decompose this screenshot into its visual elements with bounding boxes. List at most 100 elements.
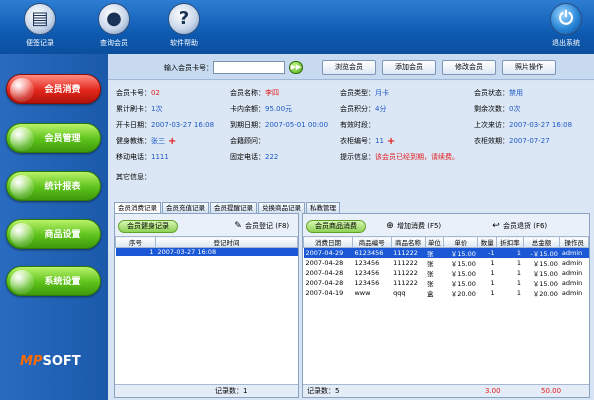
- open-date-field: 开卡日期：2007-03-27 16:08: [116, 121, 215, 129]
- orb-icon: [10, 127, 34, 151]
- checkin-table: 序号 登记时间 1 2007-03-27 16:08: [115, 236, 298, 256]
- cell-price: ￥15.00: [443, 247, 478, 258]
- column-header[interactable]: 登记时间: [155, 236, 298, 248]
- cell-qty: 1: [490, 279, 495, 287]
- phone-field: 固定电话：222: [230, 153, 279, 161]
- tab-consume-records[interactable]: 会员消费记录: [114, 202, 161, 213]
- add-consume-button[interactable]: ⊕ 增加消费 (F5): [385, 221, 441, 231]
- help-label: 软件帮助: [170, 39, 198, 47]
- top-toolbar: ▤ 便签记录 ● 查询会员 ? 软件帮助 ⏻ 退出系统: [0, 0, 594, 54]
- sidebar-item-label: 统计报表: [44, 182, 81, 192]
- table-row[interactable]: 2007-04-19 www qqq 盒 ￥20.00 1 1 ￥20.00 admin: [304, 288, 589, 298]
- other-info-field: [152, 170, 586, 198]
- table-row[interactable]: 2007-04-28 123456 111222 张 ￥15.00 1 1 ￥15.00 adm…: [304, 278, 589, 288]
- logo: MPSOFT: [20, 354, 81, 369]
- help-button[interactable]: ? 软件帮助: [158, 3, 210, 53]
- record-tabs: 会员消费记录 会员充值记录 会员提醒记录 兑换商品记录 私教管理: [114, 202, 341, 213]
- column-header[interactable]: 消费日期: [303, 236, 353, 248]
- column-header[interactable]: 商品名称: [390, 236, 426, 248]
- checkin-register-button[interactable]: ✎ 会员登记 (F8): [233, 221, 289, 231]
- search-label: 输入会员卡号：: [164, 64, 213, 72]
- tab-private-coach[interactable]: 私教管理: [306, 202, 340, 213]
- search-go-button[interactable]: ▶▶: [289, 61, 303, 74]
- coach-field: 健身教练：张三 +: [116, 135, 177, 147]
- cell-price: ￥15.00: [450, 270, 476, 278]
- cell-discount: 1: [516, 289, 522, 297]
- cell-price: ￥15.00: [450, 260, 476, 268]
- column-header[interactable]: 单位: [424, 236, 445, 248]
- tab-exchange-records[interactable]: 兑换商品记录: [258, 202, 305, 213]
- cell-total: ￥15.00: [532, 280, 558, 288]
- cell-unit: 张: [427, 260, 434, 268]
- column-header[interactable]: 序号: [115, 236, 156, 248]
- table-row[interactable]: 2007-04-28 123456 111222 张 ￥15.00 1 1 ￥15.00 adm…: [304, 258, 589, 268]
- cell-price: ￥15.00: [450, 280, 476, 288]
- other-info-label: 其它信息：: [116, 173, 151, 181]
- cell-price: ￥20.00: [450, 290, 476, 298]
- card-no-field: 会员卡号：02: [116, 89, 160, 97]
- notes-button[interactable]: ▤ 便签记录: [14, 3, 66, 53]
- orb-icon: [10, 270, 34, 294]
- add-locker-icon[interactable]: +: [387, 136, 395, 146]
- sidebar-item-member-manage[interactable]: 会员管理: [6, 123, 101, 153]
- tab-recharge-records[interactable]: 会员充值记录: [162, 202, 209, 213]
- status-field: 会员状态：禁用: [474, 89, 523, 97]
- sidebar-item-member-consume[interactable]: 会员消费: [6, 74, 101, 104]
- cell-unit: 盒: [427, 290, 434, 298]
- cell-qty: 1: [490, 259, 495, 267]
- sidebar-item-goods-settings[interactable]: 商品设置: [6, 219, 101, 249]
- pencil-icon: ✎: [234, 221, 242, 231]
- cell-op: admin: [561, 259, 583, 267]
- consume-record-count: 记录数：5: [307, 387, 340, 395]
- table-row[interactable]: 2007-04-28 123456 111222 张 ￥15.00 1 1 ￥15.00 adm…: [304, 268, 589, 278]
- column-header[interactable]: 单价: [443, 236, 479, 248]
- cell-name: 111222: [391, 247, 426, 258]
- orb-icon: [10, 223, 34, 247]
- column-header[interactable]: 操作员: [559, 236, 589, 248]
- locker-no-field: 衣柜编号：11 +: [340, 135, 396, 147]
- column-header[interactable]: 数量: [477, 236, 498, 248]
- sidebar-item-system-settings[interactable]: 系统设置: [6, 266, 101, 296]
- consume-panel: 会员商品消费 ⊕ 增加消费 (F5) ↩ 会员退货 (F6) 消费日期 商品编号 商…: [302, 213, 590, 398]
- edit-member-button[interactable]: 修改会员: [442, 60, 496, 75]
- sidebar-item-label: 商品设置: [44, 230, 81, 240]
- cell-unit: 张: [427, 270, 434, 278]
- swipes-field: 累计刷卡：1次: [116, 105, 163, 113]
- cell-qty: 1: [490, 269, 495, 277]
- cell-total: -￥15.00: [523, 247, 560, 258]
- logo-mp: MP: [20, 354, 43, 369]
- consume-total-sum: 50.00: [541, 387, 562, 395]
- add-coach-icon[interactable]: +: [168, 136, 176, 146]
- consume-table: 消费日期 商品编号 商品名称 单位 单价 数量 折扣率 总金额 操作员 2007…: [303, 236, 589, 298]
- consume-footer: 记录数：5 3.00 50.00: [303, 384, 589, 397]
- sidebar: 会员消费 会员管理 统计报表 商品设置 系统设置 MPSOFT: [0, 54, 108, 400]
- browse-members-button[interactable]: 浏览会员: [322, 60, 376, 75]
- query-member-button[interactable]: ● 查询会员: [88, 3, 140, 53]
- type-field: 会员类型：月卡: [340, 89, 389, 97]
- column-header[interactable]: 总金额: [522, 236, 561, 248]
- cell-name: qqq: [393, 289, 406, 297]
- cell-code: 123456: [354, 259, 380, 267]
- cell-op: admin: [559, 247, 589, 258]
- column-header[interactable]: 商品编号: [351, 236, 392, 248]
- return-goods-button[interactable]: ↩ 会员退货 (F6): [491, 221, 547, 231]
- table-row[interactable]: 1 2007-03-27 16:08: [115, 247, 298, 256]
- column-header[interactable]: 折扣率: [496, 236, 524, 248]
- sidebar-item-label: 会员消费: [44, 85, 81, 95]
- card-number-input[interactable]: [213, 61, 285, 74]
- sidebar-item-reports[interactable]: 统计报表: [6, 171, 101, 201]
- exit-button[interactable]: ⏻ 退出系统: [540, 3, 592, 53]
- power-icon: ⏻: [550, 3, 582, 35]
- cell-code: www: [354, 289, 371, 297]
- orb-icon: [10, 175, 34, 199]
- cell-op: admin: [561, 269, 583, 277]
- mobile-field: 移动电话：1111: [116, 153, 169, 161]
- add-member-button[interactable]: 添加会员: [382, 60, 436, 75]
- notepad-icon: ▤: [24, 3, 56, 35]
- cell-name: 111222: [393, 269, 418, 277]
- checkin-title: 会员健身记录: [118, 220, 178, 233]
- tab-reminder-records[interactable]: 会员提醒记录: [210, 202, 257, 213]
- query-member-label: 查询会员: [100, 39, 128, 47]
- photo-button[interactable]: 照片操作: [502, 60, 556, 75]
- table-row[interactable]: 2007-04-29 6123456 111222 张 ￥15.00 -1 1 -￥15.00…: [303, 247, 589, 258]
